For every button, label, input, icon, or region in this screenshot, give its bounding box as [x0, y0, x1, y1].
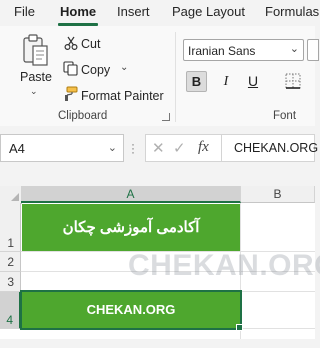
- group-separator: [175, 32, 176, 122]
- row-header-2[interactable]: 2: [0, 252, 21, 272]
- format-painter-button[interactable]: Format Painter: [81, 89, 164, 103]
- name-box[interactable]: A4 ⌄: [0, 134, 124, 162]
- row-header-1[interactable]: 1: [0, 203, 21, 252]
- row-header-3[interactable]: 3: [0, 272, 21, 292]
- tab-page-layout[interactable]: Page Layout: [172, 4, 245, 19]
- chevron-down-icon[interactable]: ⌄: [108, 141, 117, 154]
- formula-value: CHEKAN.ORG: [234, 141, 319, 155]
- copy-chevron-down-icon[interactable]: ⌄: [120, 62, 128, 73]
- formula-buttons: ✕ ✓ fx: [145, 134, 221, 162]
- paste-icon: [23, 34, 48, 66]
- fill-handle[interactable]: [236, 324, 243, 331]
- ribbon-tab-bar: File Home Insert Page Layout Formulas: [0, 0, 319, 26]
- formula-input[interactable]: CHEKAN.ORG: [221, 134, 319, 162]
- borders-icon[interactable]: [285, 73, 301, 89]
- more-options-icon[interactable]: · · ·: [131, 138, 135, 158]
- copy-button[interactable]: Copy: [81, 63, 110, 77]
- tab-home[interactable]: Home: [60, 4, 96, 19]
- chevron-down-icon: ⌄: [289, 43, 299, 55]
- row-header-4[interactable]: 4: [0, 292, 21, 329]
- font-size-dropdown[interactable]: [307, 39, 319, 61]
- clipboard-dialog-launcher-icon[interactable]: [162, 113, 170, 121]
- tab-file[interactable]: File: [14, 4, 35, 19]
- check-icon[interactable]: ✓: [173, 139, 186, 157]
- font-name-value: Iranian Sans: [188, 44, 256, 58]
- select-all-button[interactable]: [0, 186, 22, 204]
- chevron-down-icon[interactable]: ⌄: [30, 86, 38, 97]
- selection-border: [20, 290, 242, 330]
- tab-insert[interactable]: Insert: [117, 4, 150, 19]
- bold-button[interactable]: B: [186, 71, 207, 92]
- font-name-dropdown[interactable]: Iranian Sans ⌄: [183, 39, 304, 61]
- italic-button[interactable]: I: [217, 71, 235, 92]
- cell-a1[interactable]: آکادمی آموزشی چکان: [22, 204, 240, 251]
- paste-label: Paste: [20, 70, 52, 84]
- cut-button[interactable]: Cut: [81, 37, 100, 51]
- scissors-icon: [64, 36, 78, 50]
- font-group-label: Font: [273, 110, 297, 122]
- watermark: CHEKAN.ORG: [128, 249, 320, 282]
- column-header-a[interactable]: A: [21, 186, 241, 203]
- copy-icon: [63, 61, 78, 76]
- tab-formulas[interactable]: Formulas: [265, 4, 319, 19]
- column-header-b[interactable]: B: [241, 186, 315, 203]
- name-box-value: A4: [9, 141, 25, 156]
- cancel-icon[interactable]: ✕: [152, 139, 165, 157]
- ribbon: Paste ⌄ Cut Copy ⌄ Format Painter Clipbo…: [0, 26, 319, 127]
- underline-button[interactable]: U: [246, 71, 260, 92]
- clipboard-group-label: Clipboard: [58, 110, 108, 122]
- select-all-triangle-icon: [11, 193, 19, 201]
- insert-function-icon[interactable]: fx: [198, 139, 209, 156]
- format-painter-icon: [65, 86, 78, 101]
